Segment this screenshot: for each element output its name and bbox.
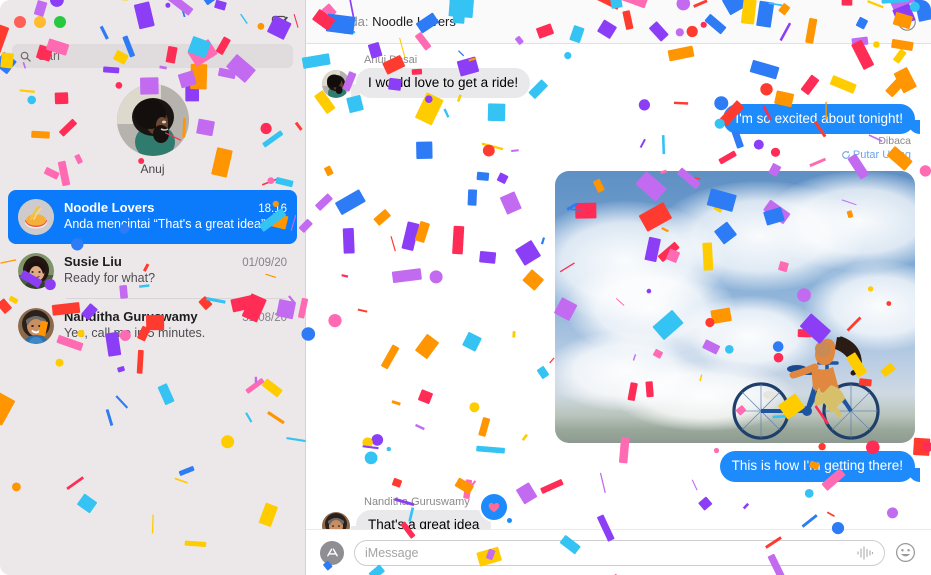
message-row: Nanditha Guruswamy That's a great idea bbox=[322, 493, 915, 529]
pinned-contact[interactable]: Anuj bbox=[0, 84, 305, 176]
cyclist-figure bbox=[732, 336, 880, 441]
traffic-lights bbox=[14, 16, 66, 28]
search-icon bbox=[20, 51, 31, 62]
nanditha-avatar bbox=[322, 511, 350, 529]
message-bubble-outgoing[interactable]: I'm so excited about tonight! bbox=[723, 104, 920, 135]
maximize-button[interactable] bbox=[54, 16, 66, 28]
nanditha-avatar bbox=[18, 308, 54, 344]
conversation-item-susie-liu[interactable]: Susie Liu 01/09/20 Ready for what? bbox=[8, 244, 297, 298]
emoji-smiley-icon[interactable] bbox=[895, 542, 917, 564]
to-label: Kepada: bbox=[320, 14, 369, 29]
replay-container: Putar Ulang bbox=[841, 147, 911, 165]
minimize-button[interactable] bbox=[34, 16, 46, 28]
conversation-time: 31/08/20 bbox=[242, 312, 287, 324]
message-bubble-incoming[interactable]: That's a great idea bbox=[350, 509, 492, 529]
conversation-pane: Kepada: Noodle Lovers Anuj Desai I would… bbox=[306, 0, 931, 575]
recipient-name: Noodle Lovers bbox=[372, 14, 456, 29]
message-input[interactable]: iMessage bbox=[354, 539, 885, 566]
recipient-field[interactable]: Kepada: Noodle Lovers bbox=[320, 14, 456, 29]
pinned-contact-name: Anuj bbox=[140, 162, 165, 176]
search-input[interactable]: Cari bbox=[12, 44, 293, 68]
conversation-body: Noodle Lovers 18.16 Anda mencintai “That… bbox=[64, 199, 287, 231]
tapback-heart[interactable] bbox=[481, 493, 513, 523]
conversation-item-nanditha-guruswamy[interactable]: Nanditha Guruswamy 31/08/20 Yes, call me… bbox=[8, 299, 297, 353]
susie-avatar bbox=[18, 253, 54, 289]
anuj-avatar bbox=[322, 70, 350, 99]
compose-icon[interactable] bbox=[269, 11, 291, 33]
message-row: Anuj Desai I would love to get a ride! bbox=[322, 54, 915, 99]
replay-icon bbox=[842, 151, 850, 160]
conversation-preview: Yes, call me in 5 minutes. bbox=[64, 326, 206, 340]
replay-button[interactable]: Putar Ulang bbox=[841, 149, 911, 161]
message-bubble-incoming[interactable]: I would love to get a ride! bbox=[350, 68, 531, 99]
message-thread: Anuj Desai I would love to get a ride! I… bbox=[306, 44, 931, 529]
noodle-bowl-avatar bbox=[18, 199, 54, 235]
conversation-time: 18.16 bbox=[258, 203, 287, 215]
bubble-wrapper: That's a great idea bbox=[350, 493, 513, 529]
conversation-preview: Ready for what? bbox=[64, 271, 156, 285]
message-stack: I'm so excited about tonight! Dibaca Put… bbox=[723, 104, 920, 165]
message-row: I'm so excited about tonight! Dibaca Put… bbox=[322, 104, 920, 165]
message-status: Dibaca bbox=[878, 135, 911, 148]
conversation-body: Nanditha Guruswamy 31/08/20 Yes, call me… bbox=[64, 308, 287, 340]
message-placeholder: iMessage bbox=[365, 545, 419, 560]
message-stack: Anuj Desai I would love to get a ride! bbox=[350, 54, 531, 99]
conversation-time: 01/09/20 bbox=[242, 257, 287, 269]
sidebar: Cari Anuj Noodle Lovers 18.16 Anda menci… bbox=[0, 0, 306, 575]
search-placeholder: Cari bbox=[37, 49, 60, 63]
message-row: This is how I'm getting there! bbox=[322, 451, 921, 482]
message-sender: Nanditha Guruswamy bbox=[364, 495, 470, 508]
conversation-preview: Anda mencintai “That's a great idea” bbox=[64, 217, 266, 231]
conversation-title: Nanditha Guruswamy bbox=[64, 309, 198, 324]
conversation-item-noodle-lovers[interactable]: Noodle Lovers 18.16 Anda mencintai “That… bbox=[8, 190, 297, 244]
titlebar bbox=[0, 0, 305, 44]
composer-bar: iMessage bbox=[306, 529, 931, 575]
close-button[interactable] bbox=[14, 16, 26, 28]
message-bubble-outgoing[interactable]: This is how I'm getting there! bbox=[719, 451, 921, 482]
heart-icon bbox=[489, 502, 500, 512]
conversation-title: Susie Liu bbox=[64, 254, 122, 269]
anuj-avatar bbox=[116, 84, 189, 156]
search-container: Cari bbox=[0, 44, 305, 68]
conversation-header: Kepada: Noodle Lovers bbox=[306, 0, 931, 44]
replay-label: Putar Ulang bbox=[852, 149, 911, 162]
info-icon[interactable] bbox=[897, 12, 917, 32]
messages-window: Cari Anuj Noodle Lovers 18.16 Anda menci… bbox=[0, 0, 931, 575]
message-sender: Anuj Desai bbox=[364, 54, 418, 66]
message-row-photo bbox=[322, 171, 915, 444]
photo-attachment[interactable] bbox=[555, 171, 915, 444]
conversation-title: Noodle Lovers bbox=[64, 200, 155, 215]
conversation-body: Susie Liu 01/09/20 Ready for what? bbox=[64, 253, 287, 285]
message-stack: Nanditha Guruswamy That's a great idea bbox=[350, 493, 513, 529]
audio-waveform-icon[interactable] bbox=[856, 545, 874, 560]
conversation-list: Noodle Lovers 18.16 Anda mencintai “That… bbox=[0, 190, 305, 353]
appstore-icon[interactable] bbox=[320, 540, 344, 565]
